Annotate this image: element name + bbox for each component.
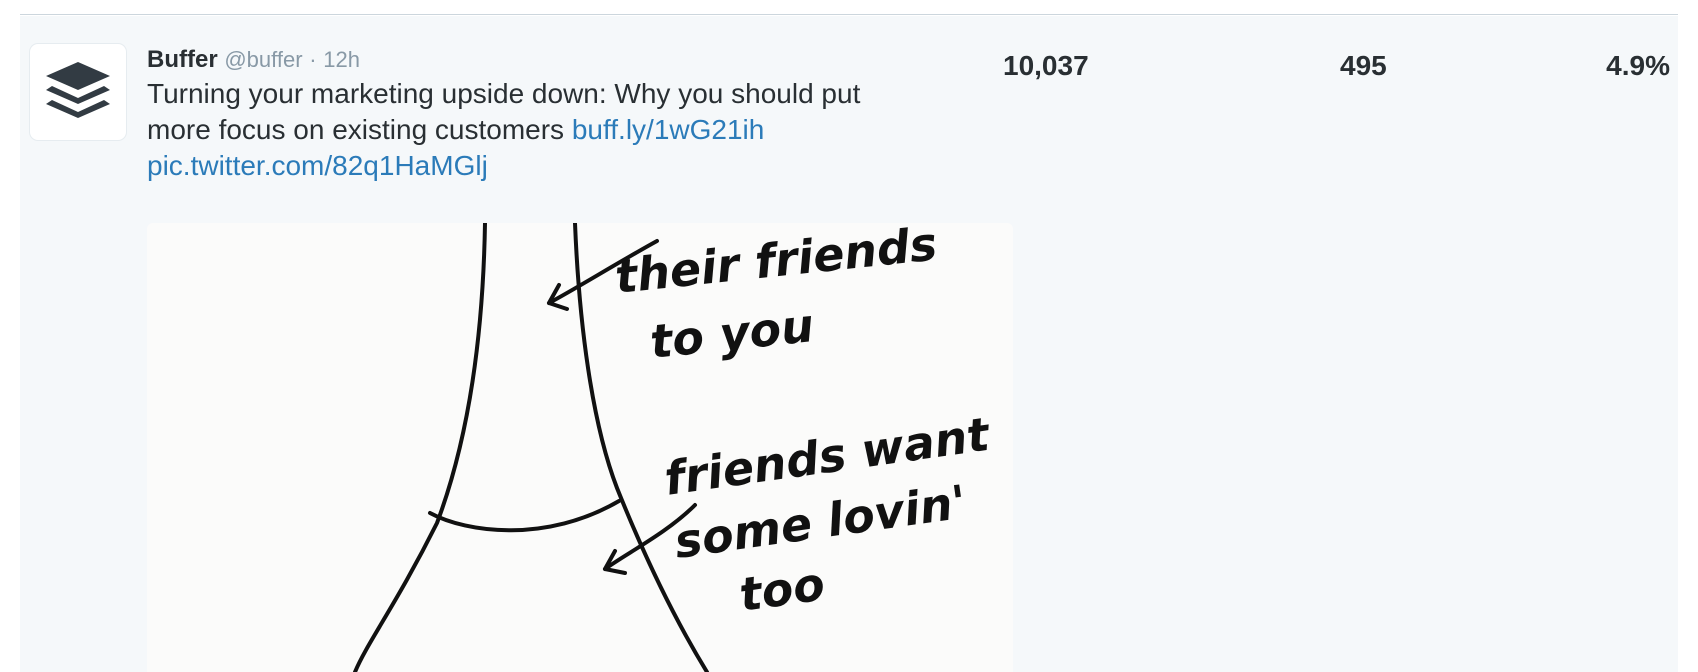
author-name[interactable]: Buffer	[147, 46, 218, 73]
handwriting-line5: too	[736, 557, 828, 622]
tweet-header: Buffer @buffer · 12h	[147, 44, 1017, 76]
author-handle[interactable]: @buffer	[224, 47, 302, 72]
handwriting-line1: their friends	[613, 223, 940, 304]
tweet-content: Buffer @buffer · 12h Turning your market…	[147, 44, 1017, 184]
tweet-text: Turning your marketing upside down: Why …	[147, 76, 1017, 184]
tweet-timestamp[interactable]: 12h	[323, 47, 360, 72]
handwriting-line2: to you	[648, 298, 817, 369]
engagements-value: 495	[1340, 50, 1387, 81]
impressions-value: 10,037	[1003, 50, 1089, 81]
handwritten-diagram: their friends to you friends want some l…	[353, 223, 994, 672]
tweet-row[interactable]: Buffer @buffer · 12h Turning your market…	[20, 16, 1678, 672]
table-top-divider	[20, 14, 1678, 15]
avatar[interactable]	[30, 44, 126, 140]
tweet-image[interactable]: their friends to you friends want some l…	[147, 223, 1013, 672]
tweet-link[interactable]: buff.ly/1wG21ih	[572, 114, 765, 145]
engagement-rate-value: 4.9%	[1606, 50, 1670, 81]
tweet-text-line1: Turning your marketing upside down: Why …	[147, 78, 861, 109]
buffer-layers-icon	[46, 62, 110, 118]
tweet-text-line2: more focus on existing customers	[147, 114, 572, 145]
tweet-pic-link[interactable]: pic.twitter.com/82q1HaMGlj	[147, 150, 488, 181]
header-separator: ·	[309, 47, 317, 72]
